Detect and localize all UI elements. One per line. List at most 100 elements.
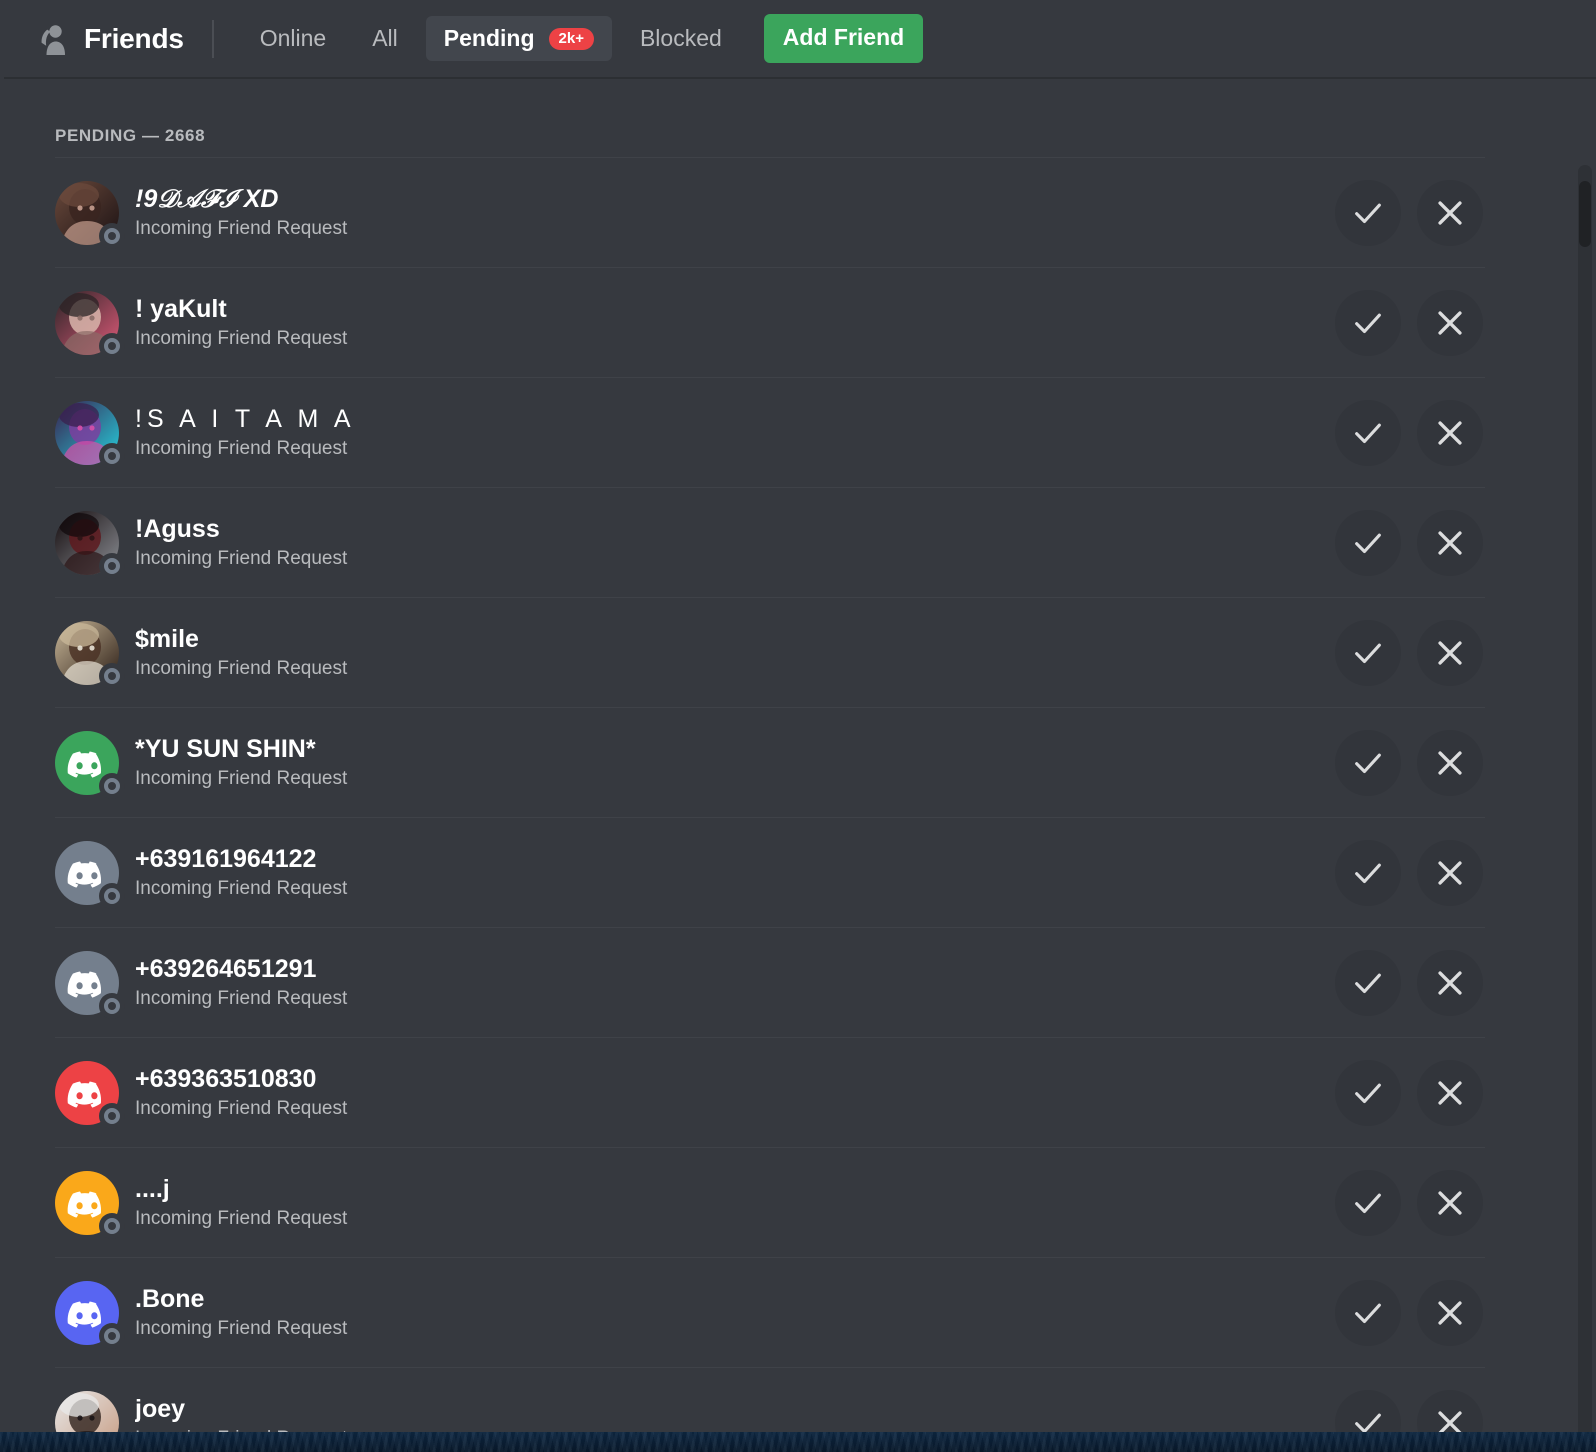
scrollbar-thumb[interactable] [1579, 181, 1591, 247]
request-status: Incoming Friend Request [135, 768, 348, 790]
status-offline-icon [99, 1322, 125, 1349]
friend-request-row[interactable]: +639264651291 Incoming Friend Request [55, 927, 1485, 1037]
avatar[interactable] [55, 1390, 119, 1432]
avatar[interactable] [55, 1280, 125, 1349]
friends-header-bar: Friends Online All Pending 2k+ Blocked A… [0, 0, 1596, 79]
friend-identity: !S A I T A M A Incoming Friend Request [135, 405, 1335, 461]
accept-request-button[interactable] [1335, 399, 1401, 466]
accept-request-button[interactable] [1335, 1169, 1401, 1236]
friend-request-row[interactable]: !S A I T A M A Incoming Friend Request [55, 377, 1485, 487]
accept-request-button[interactable] [1335, 729, 1401, 796]
status-offline-icon [99, 1102, 125, 1129]
row-actions [1335, 1169, 1483, 1236]
friend-identity: ! yaKult Incoming Friend Request [135, 295, 1335, 351]
friend-request-row[interactable]: +639161964122 Incoming Friend Request [55, 817, 1485, 927]
friend-request-row[interactable]: ! yaKult Incoming Friend Request [55, 267, 1485, 377]
username: joey [135, 1394, 186, 1423]
avatar[interactable] [55, 1060, 125, 1129]
request-status: Incoming Friend Request [135, 548, 348, 570]
friend-identity: !Aguss Incoming Friend Request [135, 515, 1335, 571]
accept-request-button[interactable] [1335, 289, 1401, 356]
avatar[interactable] [55, 1170, 125, 1239]
avatar[interactable] [55, 950, 125, 1019]
tab-all[interactable]: All [354, 16, 416, 61]
avatar[interactable] [55, 290, 125, 359]
username: .Bone [135, 1284, 205, 1313]
avatar[interactable] [55, 400, 125, 469]
friend-request-row[interactable]: *YU SUN SHIN* Incoming Friend Request [55, 707, 1485, 817]
avatar[interactable] [55, 840, 125, 909]
tab-pending[interactable]: Pending 2k+ [425, 16, 612, 61]
friend-request-row[interactable]: !Aguss Incoming Friend Request [55, 487, 1485, 597]
friend-identity: +639264651291 Incoming Friend Request [135, 955, 1335, 1011]
friends-wave-icon [34, 23, 70, 55]
decline-request-button[interactable] [1417, 1059, 1483, 1126]
check-icon [1355, 313, 1381, 333]
status-offline-icon [99, 662, 125, 689]
accept-request-button[interactable] [1335, 1059, 1401, 1126]
accept-request-button[interactable] [1335, 1389, 1401, 1432]
friend-request-row[interactable]: .Bone Incoming Friend Request [55, 1257, 1485, 1367]
close-icon [1438, 1080, 1462, 1105]
decline-request-button[interactable] [1417, 1389, 1483, 1432]
row-actions [1335, 949, 1483, 1016]
decline-request-button[interactable] [1417, 729, 1483, 796]
decline-request-button[interactable] [1417, 619, 1483, 686]
username: !S A I T A M A [135, 404, 356, 433]
friend-identity: +639363510830 Incoming Friend Request [135, 1065, 1335, 1121]
username: !Aguss [135, 514, 220, 543]
avatar[interactable] [55, 730, 125, 799]
friend-identity: *YU SUN SHIN* Incoming Friend Request [135, 735, 1335, 791]
friend-request-row[interactable]: !9𝒟𝒜ℱℐ XD Incoming Friend Request [55, 157, 1485, 267]
scrollbar-track[interactable] [1578, 165, 1592, 1432]
accept-request-button[interactable] [1335, 949, 1401, 1016]
pending-requests-list: !9𝒟𝒜ℱℐ XD Incoming Friend Request ! yaKul… [0, 157, 1540, 1432]
row-actions [1335, 1279, 1483, 1346]
row-actions [1335, 619, 1483, 686]
decline-request-button[interactable] [1417, 949, 1483, 1016]
friend-request-row[interactable]: +639363510830 Incoming Friend Request [55, 1037, 1485, 1147]
check-icon [1355, 1083, 1381, 1103]
row-actions [1335, 289, 1483, 356]
username: +639264651291 [135, 954, 317, 983]
status-offline-icon [99, 1212, 125, 1239]
accept-request-button[interactable] [1335, 1279, 1401, 1346]
decline-request-button[interactable] [1417, 399, 1483, 466]
window-left-edge [0, 0, 4, 1432]
decline-request-button[interactable] [1417, 1279, 1483, 1346]
friend-request-row[interactable]: $mile Incoming Friend Request [55, 597, 1485, 707]
close-icon [1438, 1410, 1462, 1432]
decline-request-button[interactable] [1417, 1169, 1483, 1236]
friends-content-area: PENDING — 2668 !9𝒟𝒜ℱℐ XD Incoming Friend … [0, 81, 1596, 1432]
check-icon [1355, 1193, 1381, 1213]
add-friend-button[interactable]: Add Friend [763, 14, 924, 63]
request-status: Incoming Friend Request [135, 1208, 348, 1230]
accept-request-button[interactable] [1335, 839, 1401, 906]
request-status: Incoming Friend Request [135, 658, 348, 680]
decline-request-button[interactable] [1417, 289, 1483, 356]
accept-request-button[interactable] [1335, 509, 1401, 576]
avatar[interactable] [55, 180, 125, 249]
check-icon [1355, 1303, 1381, 1323]
avatar[interactable] [55, 510, 125, 579]
decline-request-button[interactable] [1417, 179, 1483, 246]
status-offline-icon [99, 442, 125, 469]
row-actions [1335, 839, 1483, 906]
username: !9𝒟𝒜ℱℐ XD [135, 184, 279, 213]
close-icon [1438, 970, 1462, 995]
friend-identity: ....j Incoming Friend Request [135, 1175, 1335, 1231]
avatar[interactable] [55, 620, 125, 689]
close-icon [1438, 310, 1462, 335]
tab-blocked[interactable]: Blocked [622, 16, 740, 61]
desktop-wallpaper-strip [0, 1432, 1596, 1452]
decline-request-button[interactable] [1417, 839, 1483, 906]
accept-request-button[interactable] [1335, 179, 1401, 246]
friend-request-row[interactable]: ....j Incoming Friend Request [55, 1147, 1485, 1257]
row-actions [1335, 179, 1483, 246]
decline-request-button[interactable] [1417, 509, 1483, 576]
tab-online[interactable]: Online [242, 16, 344, 61]
request-status: Incoming Friend Request [135, 328, 348, 350]
friend-request-row[interactable]: joeyIncoming Friend Request [55, 1367, 1485, 1432]
accept-request-button[interactable] [1335, 619, 1401, 686]
status-offline-icon [99, 552, 125, 579]
